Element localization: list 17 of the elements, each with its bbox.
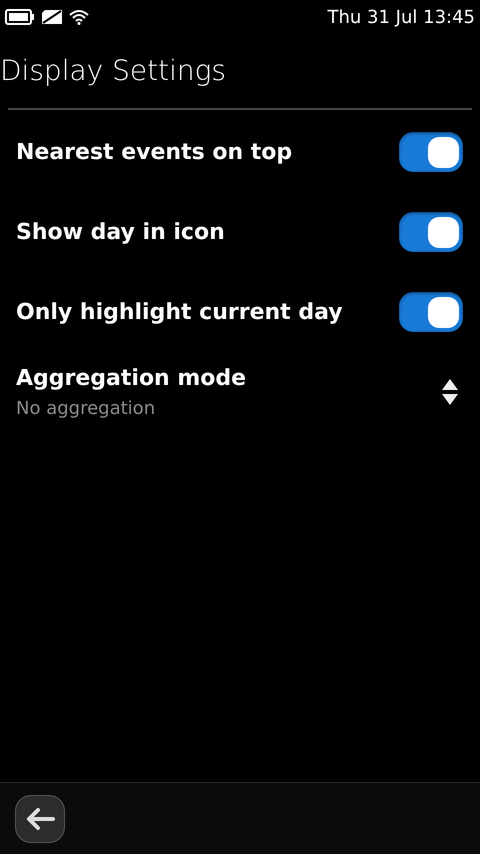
back-button[interactable] — [15, 794, 65, 842]
setting-label: Only highlight current day — [16, 298, 344, 326]
back-arrow-icon — [25, 806, 55, 830]
battery-icon — [5, 9, 35, 25]
page-title: Display Settings — [0, 53, 226, 89]
wifi-icon — [69, 9, 89, 25]
setting-label: Aggregation mode — [16, 365, 248, 393]
combo-box[interactable]: Aggregation mode No aggregation — [0, 352, 480, 432]
toggle-switch[interactable] — [399, 212, 463, 252]
no-sim-icon — [41, 9, 63, 25]
up-down-icon — [442, 379, 458, 405]
setting-label: Nearest events on top — [16, 138, 294, 166]
toggle-switch[interactable] — [399, 292, 463, 332]
setting-value: No aggregation — [16, 397, 156, 421]
toggle-switch[interactable] — [399, 132, 463, 172]
clock: Thu 31 Jul 13:45 — [328, 6, 475, 30]
setting-label: Show day in icon — [16, 218, 226, 246]
